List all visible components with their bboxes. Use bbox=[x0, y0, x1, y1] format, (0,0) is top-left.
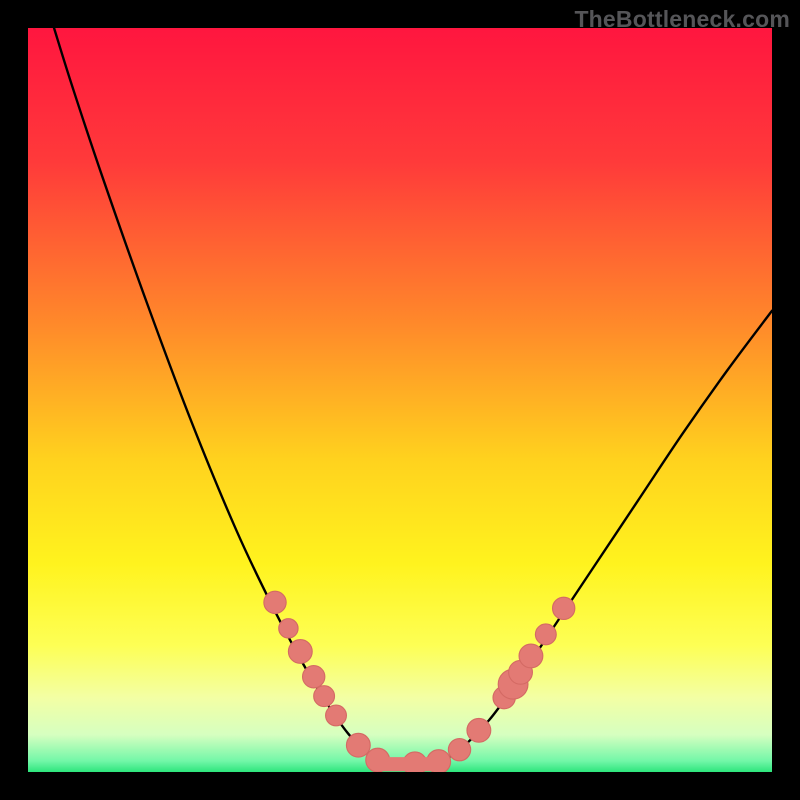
data-marker bbox=[519, 644, 543, 668]
plot-area bbox=[28, 28, 772, 772]
bottleneck-curve bbox=[54, 28, 772, 765]
data-marker bbox=[448, 739, 470, 761]
watermark-text: TheBottleneck.com bbox=[574, 6, 790, 33]
data-markers bbox=[264, 591, 575, 772]
data-marker bbox=[264, 591, 286, 613]
data-marker bbox=[279, 619, 298, 638]
data-marker bbox=[314, 686, 335, 707]
data-marker bbox=[535, 624, 556, 645]
data-marker bbox=[346, 733, 370, 757]
curve-layer bbox=[28, 28, 772, 772]
data-marker bbox=[288, 640, 312, 664]
data-marker bbox=[303, 666, 325, 688]
data-marker bbox=[467, 718, 491, 742]
data-marker bbox=[326, 705, 347, 726]
flat-minimum-band bbox=[374, 757, 448, 771]
stage: TheBottleneck.com bbox=[0, 0, 800, 800]
data-marker bbox=[553, 597, 575, 619]
